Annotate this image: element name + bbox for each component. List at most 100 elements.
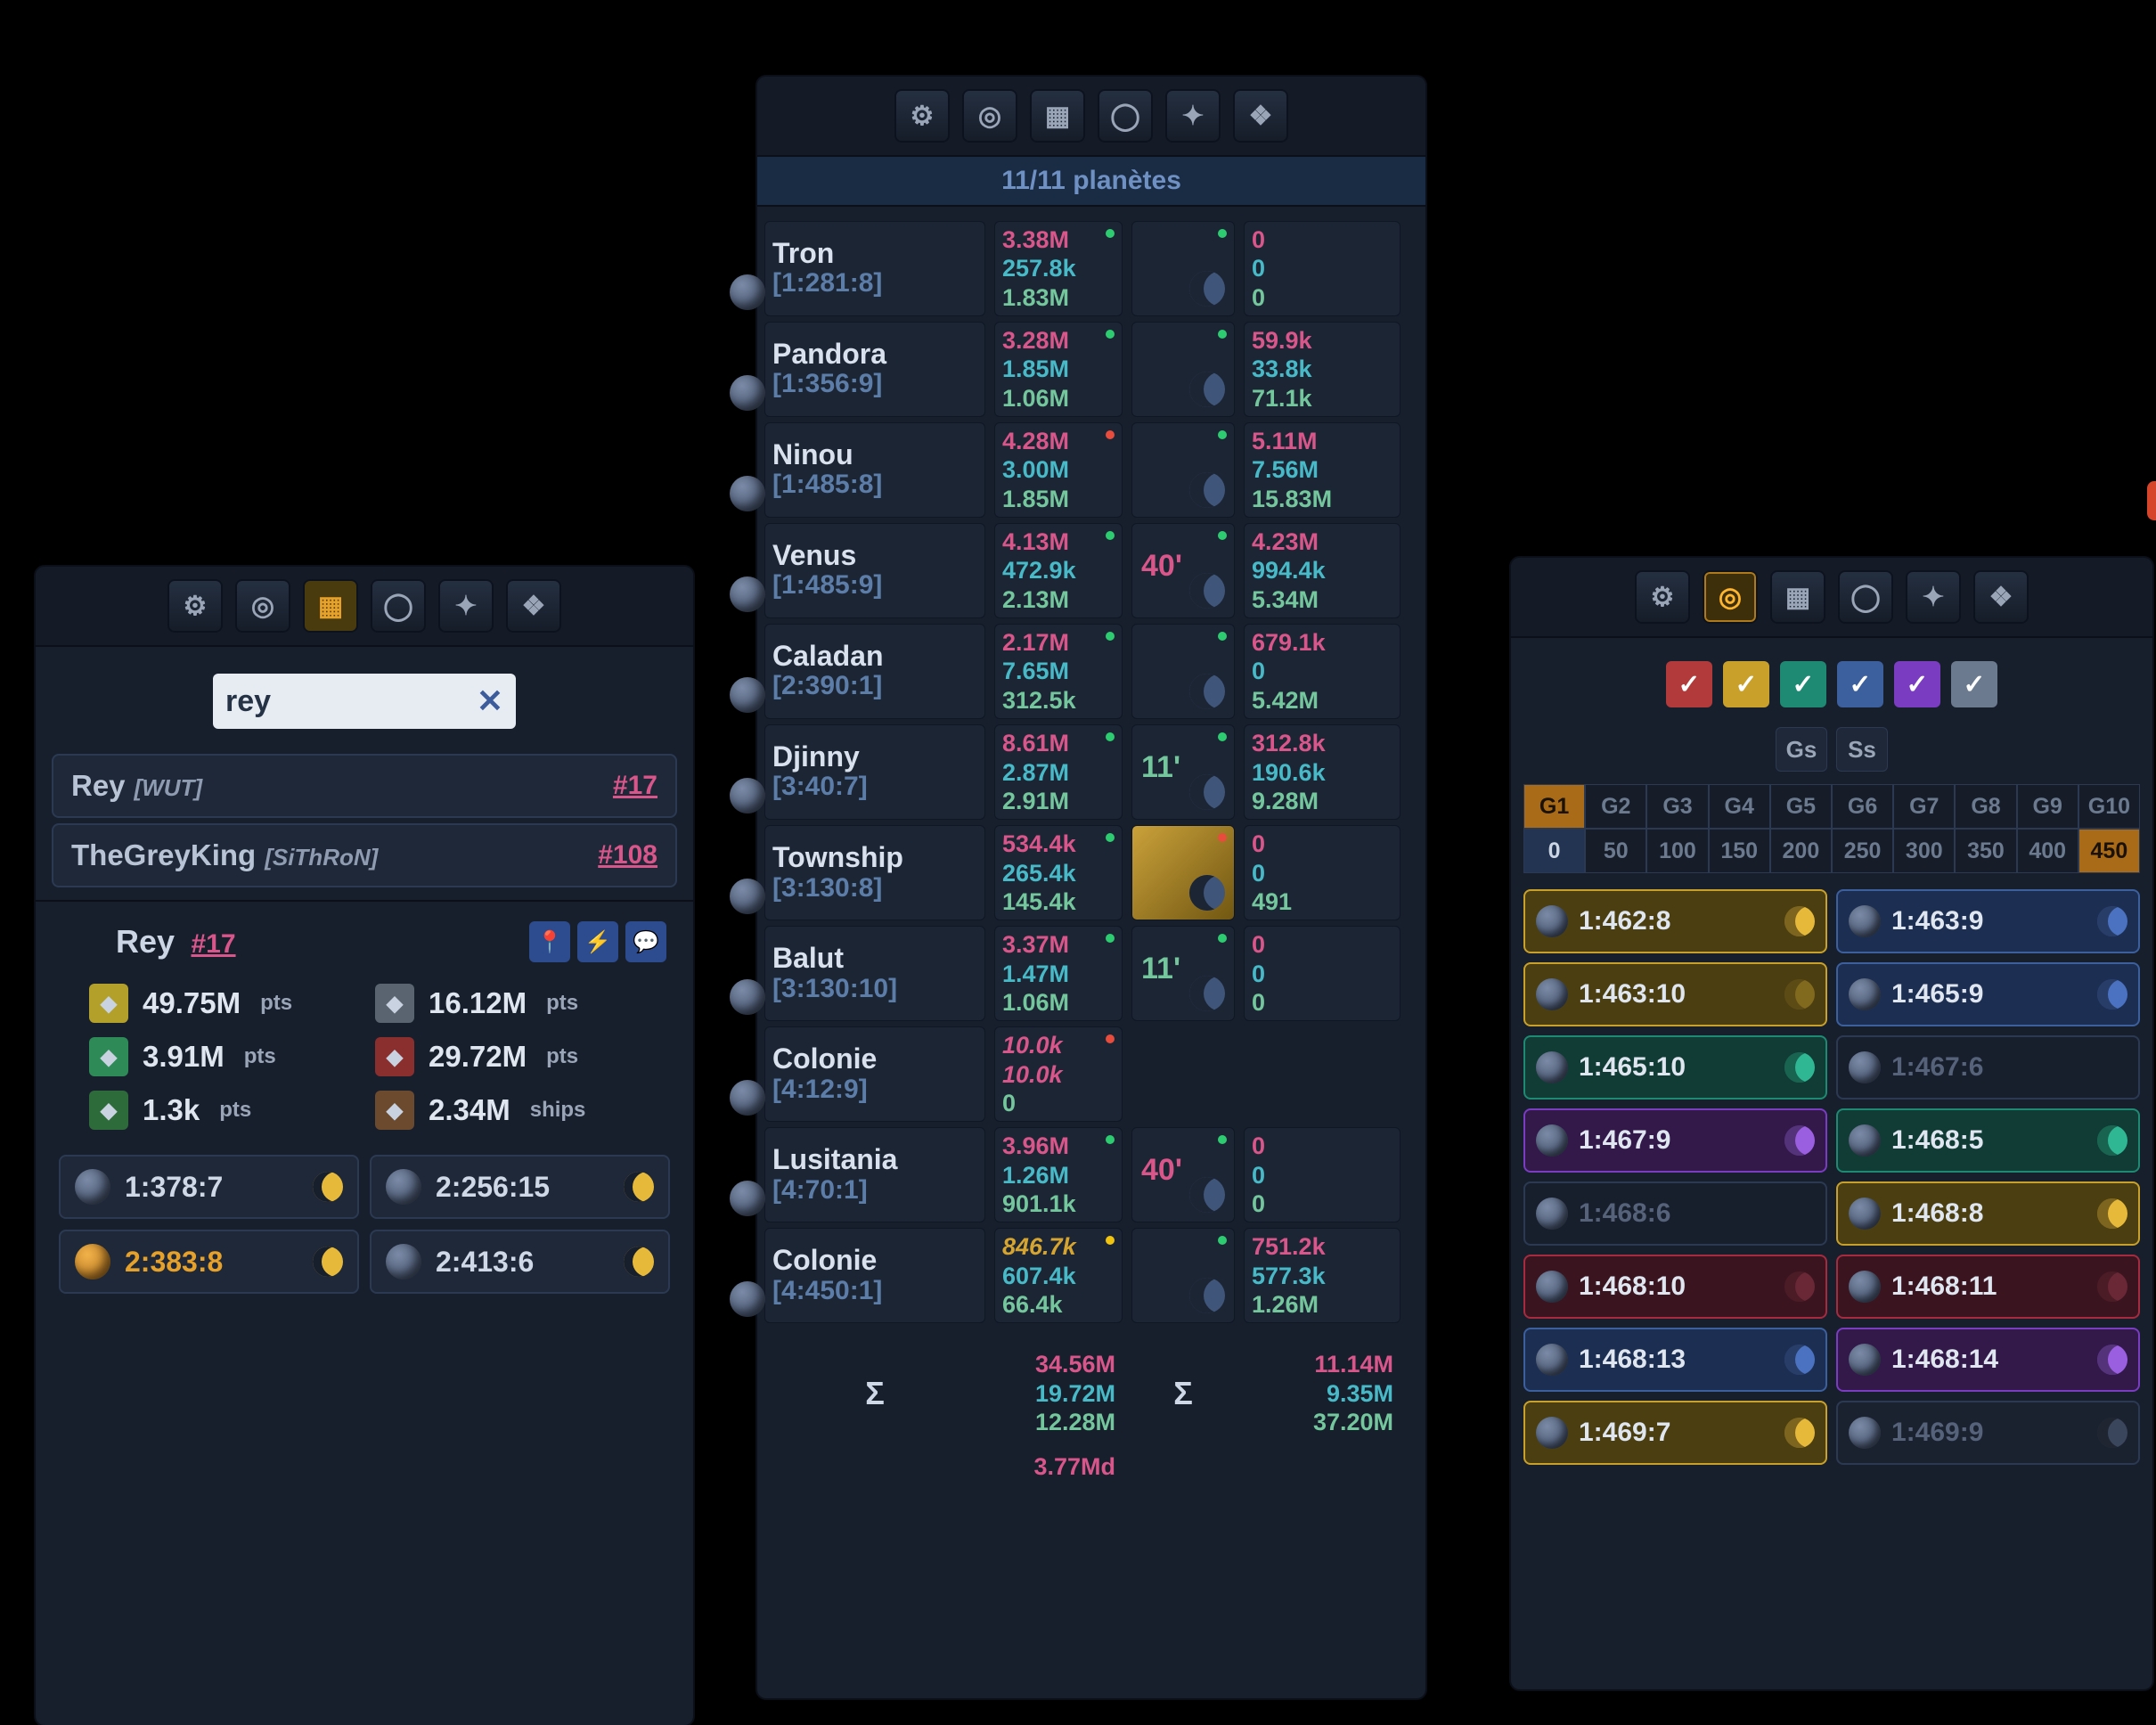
planet-row[interactable]: Balut[3:130:10] 3.37M1.47M1.06M 11' 000	[764, 926, 1418, 1021]
target-item[interactable]: 1:468:5	[1836, 1108, 2140, 1173]
planet-row[interactable]: Tron[1:281:8] 3.38M257.8k1.83M 000	[764, 221, 1418, 316]
planet-row[interactable]: Ninou[1:485:8] 4.28M3.00M1.85M 5.11M7.56…	[764, 422, 1418, 518]
moon-box[interactable]: 40'	[1131, 523, 1235, 618]
gear-icon[interactable]: ⚙	[167, 579, 223, 633]
planet-row[interactable]: Colonie[4:12:9] 10.0k10.0k0	[764, 1026, 1418, 1122]
search-result[interactable]: TheGreyKing[SiThRoN]#108	[52, 823, 677, 887]
checker-icon[interactable]: ▦	[303, 579, 358, 633]
ring-icon[interactable]: ◯	[371, 579, 426, 633]
target-item[interactable]: 1:465:9	[1836, 962, 2140, 1026]
planet-name-box[interactable]: Township[3:130:8]	[764, 825, 985, 920]
layers-icon[interactable]: ❖	[1233, 89, 1288, 143]
galaxy-cell[interactable]: G2	[1585, 784, 1646, 829]
ring-icon[interactable]: ◯	[1838, 570, 1893, 624]
system-cell[interactable]: 300	[1893, 829, 1955, 873]
planet-name-box[interactable]: Pandora[1:356:9]	[764, 322, 985, 417]
search-result[interactable]: Rey[WUT]#17	[52, 754, 677, 818]
galaxy-cell[interactable]: G5	[1770, 784, 1832, 829]
planet-row[interactable]: Caladan[2:390:1] 2.17M7.65M312.5k 679.1k…	[764, 624, 1418, 719]
target-item[interactable]: 1:468:10	[1523, 1255, 1827, 1319]
moon-box[interactable]	[1131, 624, 1235, 719]
coord-item[interactable]: 2:413:6	[370, 1230, 670, 1294]
lock-icon[interactable]: 🔒	[2147, 481, 2156, 520]
galaxy-cell[interactable]: G8	[1955, 784, 2016, 829]
target-icon[interactable]: ◎	[1703, 570, 1758, 624]
color-check[interactable]: ✓	[1780, 661, 1826, 707]
coord-item[interactable]: 1:378:7	[59, 1155, 359, 1219]
galaxy-cell[interactable]: G1	[1523, 784, 1585, 829]
planet-name-box[interactable]: Lusitania[4:70:1]	[764, 1127, 985, 1222]
system-cell[interactable]: 50	[1585, 829, 1646, 873]
gear-icon[interactable]: ⚙	[1635, 570, 1690, 624]
moon-box[interactable]	[1131, 825, 1235, 920]
target-item[interactable]: 1:462:8	[1523, 889, 1827, 953]
color-check[interactable]: ✓	[1837, 661, 1883, 707]
galaxy-cell[interactable]: G6	[1832, 784, 1893, 829]
coord-item[interactable]: 2:256:15	[370, 1155, 670, 1219]
moon-box[interactable]: 11'	[1131, 724, 1235, 820]
search-field[interactable]: ✕	[213, 674, 516, 729]
galaxy-cell[interactable]: G7	[1893, 784, 1955, 829]
layers-icon[interactable]: ❖	[506, 579, 561, 633]
planet-name-box[interactable]: Caladan[2:390:1]	[764, 624, 985, 719]
planet-name-box[interactable]: Colonie[4:450:1]	[764, 1228, 985, 1323]
galaxy-cell[interactable]: G4	[1709, 784, 1770, 829]
system-cell[interactable]: 400	[2017, 829, 2078, 873]
chat-icon[interactable]: 💬	[625, 921, 666, 962]
planet-name-box[interactable]: Colonie[4:12:9]	[764, 1026, 985, 1122]
planet-name-box[interactable]: Djinny[3:40:7]	[764, 724, 985, 820]
wings-icon[interactable]: ✦	[1165, 89, 1221, 143]
search-input[interactable]	[225, 684, 430, 719]
galaxy-cell[interactable]: G3	[1646, 784, 1708, 829]
checker-icon[interactable]: ▦	[1770, 570, 1825, 624]
color-check[interactable]: ✓	[1894, 661, 1940, 707]
planet-row[interactable]: Pandora[1:356:9] 3.28M1.85M1.06M 59.9k33…	[764, 322, 1418, 417]
moon-box[interactable]	[1131, 221, 1235, 316]
target-item[interactable]: 1:468:11	[1836, 1255, 2140, 1319]
target-item[interactable]: 1:468:14	[1836, 1328, 2140, 1392]
target-item[interactable]: 1:467:6	[1836, 1035, 2140, 1100]
planet-row[interactable]: Township[3:130:8] 534.4k265.4k145.4k 004…	[764, 825, 1418, 920]
gear-icon[interactable]: ⚙	[894, 89, 950, 143]
target-item[interactable]: 1:463:9	[1836, 889, 2140, 953]
target-item[interactable]: 1:465:10	[1523, 1035, 1827, 1100]
system-cell[interactable]: 0	[1523, 829, 1585, 873]
target-item[interactable]: 1:467:9	[1523, 1108, 1827, 1173]
target-item[interactable]: 1:469:9	[1836, 1401, 2140, 1465]
galaxy-cell[interactable]: G10	[2078, 784, 2140, 829]
wings-icon[interactable]: ✦	[438, 579, 494, 633]
bolt-icon[interactable]: ⚡	[577, 921, 618, 962]
system-cell[interactable]: 150	[1709, 829, 1770, 873]
planet-name-box[interactable]: Tron[1:281:8]	[764, 221, 985, 316]
color-check[interactable]: ✓	[1951, 661, 1997, 707]
target-item[interactable]: 1:469:7	[1523, 1401, 1827, 1465]
toggle-gs[interactable]: Gs	[1776, 727, 1827, 772]
target-icon[interactable]: ◎	[962, 89, 1017, 143]
system-cell[interactable]: 350	[1955, 829, 2016, 873]
system-cell[interactable]: 100	[1646, 829, 1708, 873]
target-item[interactable]: 1:468:8	[1836, 1181, 2140, 1246]
toggle-ss[interactable]: Ss	[1836, 727, 1888, 772]
moon-box[interactable]	[1131, 322, 1235, 417]
target-item[interactable]: 1:468:6	[1523, 1181, 1827, 1246]
moon-box[interactable]: 11'	[1131, 926, 1235, 1021]
ring-icon[interactable]: ◯	[1098, 89, 1153, 143]
planet-name-box[interactable]: Venus[1:485:9]	[764, 523, 985, 618]
moon-box[interactable]	[1131, 422, 1235, 518]
moon-box[interactable]: 40'	[1131, 1127, 1235, 1222]
planet-name-box[interactable]: Balut[3:130:10]	[764, 926, 985, 1021]
planet-row[interactable]: Djinny[3:40:7] 8.61M2.87M2.91M 11' 312.8…	[764, 724, 1418, 820]
target-icon[interactable]: ◎	[235, 579, 290, 633]
system-cell[interactable]: 250	[1832, 829, 1893, 873]
wings-icon[interactable]: ✦	[1906, 570, 1961, 624]
color-check[interactable]: ✓	[1666, 661, 1712, 707]
target-item[interactable]: 1:463:10	[1523, 962, 1827, 1026]
checker-icon[interactable]: ▦	[1030, 89, 1085, 143]
planet-row[interactable]: Lusitania[4:70:1] 3.96M1.26M901.1k 40' 0…	[764, 1127, 1418, 1222]
profile-rank[interactable]: #17	[192, 929, 236, 959]
planet-name-box[interactable]: Ninou[1:485:8]	[764, 422, 985, 518]
system-cell[interactable]: 450	[2078, 829, 2140, 873]
clear-icon[interactable]: ✕	[477, 683, 503, 720]
system-cell[interactable]: 200	[1770, 829, 1832, 873]
planet-row[interactable]: Venus[1:485:9] 4.13M472.9k2.13M 40' 4.23…	[764, 523, 1418, 618]
